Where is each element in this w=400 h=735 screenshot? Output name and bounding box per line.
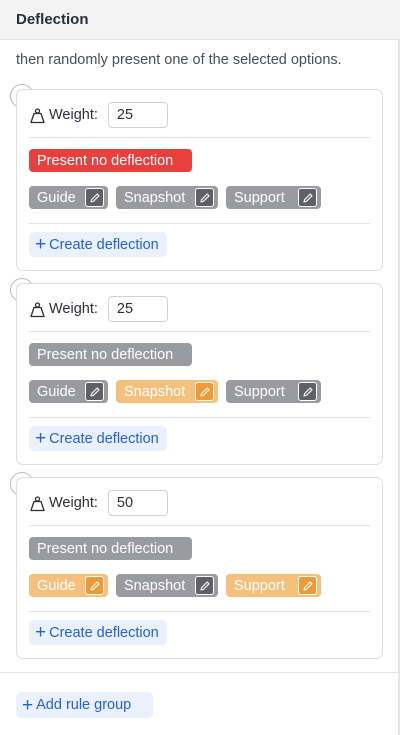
weight-input[interactable] xyxy=(107,296,168,322)
divider xyxy=(0,672,398,673)
divider xyxy=(29,525,370,526)
panel-header: Deflection xyxy=(0,0,400,40)
create-deflection-button[interactable]: + Create deflection xyxy=(29,620,167,645)
create-deflection-label: Create deflection xyxy=(49,236,159,253)
divider xyxy=(29,611,370,612)
rule-group: Weight: Present no deflection Guide Snap… xyxy=(16,477,383,659)
pencil-icon xyxy=(89,192,100,203)
edit-snapshot-button[interactable] xyxy=(195,576,214,595)
weight-icon xyxy=(30,495,45,511)
pencil-icon xyxy=(302,192,313,203)
add-rule-group-label: Add rule group xyxy=(36,697,132,713)
edit-guide-button[interactable] xyxy=(85,188,104,207)
weight-icon xyxy=(30,301,45,317)
option-snapshot[interactable]: Snapshot xyxy=(116,574,218,597)
edit-support-button[interactable] xyxy=(298,382,317,401)
option-support[interactable]: Support xyxy=(226,380,321,403)
option-snapshot[interactable]: Snapshot xyxy=(116,380,218,403)
option-label: Support xyxy=(234,577,285,594)
weight-label: Weight: xyxy=(49,301,98,317)
divider xyxy=(29,331,370,332)
edit-snapshot-button[interactable] xyxy=(195,188,214,207)
weight-row: Weight: xyxy=(29,490,168,516)
pencil-icon xyxy=(302,580,313,591)
option-guide[interactable]: Guide xyxy=(29,574,108,597)
option-snapshot[interactable]: Snapshot xyxy=(116,186,218,209)
rule-group: Weight: Present no deflection Guide Snap… xyxy=(16,283,383,465)
create-deflection-button[interactable]: + Create deflection xyxy=(29,426,167,451)
divider xyxy=(29,137,370,138)
option-guide[interactable]: Guide xyxy=(29,380,108,403)
option-label: Support xyxy=(234,383,285,400)
option-label: Guide xyxy=(37,189,76,206)
option-label: Snapshot xyxy=(124,577,186,594)
create-deflection-label: Create deflection xyxy=(49,624,159,641)
pencil-icon xyxy=(199,580,210,591)
option-label: Guide xyxy=(37,577,76,594)
edit-guide-button[interactable] xyxy=(85,382,104,401)
panel-title: Deflection xyxy=(16,11,89,28)
weight-row: Weight: xyxy=(29,296,168,322)
intro-text: then randomly present one of the selecte… xyxy=(16,52,342,68)
rule-group: Weight: Present no deflection Guide Snap… xyxy=(16,89,383,271)
divider xyxy=(29,223,370,224)
create-deflection-label: Create deflection xyxy=(49,430,159,447)
option-label: Snapshot xyxy=(124,383,186,400)
weight-label: Weight: xyxy=(49,107,98,123)
option-label: Present no deflection xyxy=(37,540,174,557)
divider xyxy=(29,417,370,418)
option-label: Present no deflection xyxy=(37,152,174,169)
edit-snapshot-button[interactable] xyxy=(195,382,214,401)
add-rule-group-button[interactable]: + Add rule group xyxy=(16,692,153,718)
present-no-deflection-option[interactable]: Present no deflection xyxy=(29,149,192,172)
pencil-icon xyxy=(199,192,210,203)
option-support[interactable]: Support xyxy=(226,574,321,597)
pencil-icon xyxy=(199,386,210,397)
pencil-icon xyxy=(89,386,100,397)
plus-icon: + xyxy=(35,234,47,255)
option-label: Support xyxy=(234,189,285,206)
edit-support-button[interactable] xyxy=(298,576,317,595)
option-label: Guide xyxy=(37,383,76,400)
pencil-icon xyxy=(89,580,100,591)
option-support[interactable]: Support xyxy=(226,186,321,209)
edit-guide-button[interactable] xyxy=(85,576,104,595)
weight-row: Weight: xyxy=(29,102,168,128)
weight-label: Weight: xyxy=(49,495,98,511)
create-deflection-button[interactable]: + Create deflection xyxy=(29,232,167,257)
weight-input[interactable] xyxy=(107,490,168,516)
option-guide[interactable]: Guide xyxy=(29,186,108,209)
plus-icon: + xyxy=(35,428,47,449)
weight-input[interactable] xyxy=(107,102,168,128)
present-no-deflection-option[interactable]: Present no deflection xyxy=(29,343,192,366)
plus-icon: + xyxy=(22,694,34,716)
option-label: Present no deflection xyxy=(37,346,174,363)
option-label: Snapshot xyxy=(124,189,186,206)
present-no-deflection-option[interactable]: Present no deflection xyxy=(29,537,192,560)
edit-support-button[interactable] xyxy=(298,188,317,207)
plus-icon: + xyxy=(35,622,47,643)
pencil-icon xyxy=(302,386,313,397)
weight-icon xyxy=(30,107,45,123)
